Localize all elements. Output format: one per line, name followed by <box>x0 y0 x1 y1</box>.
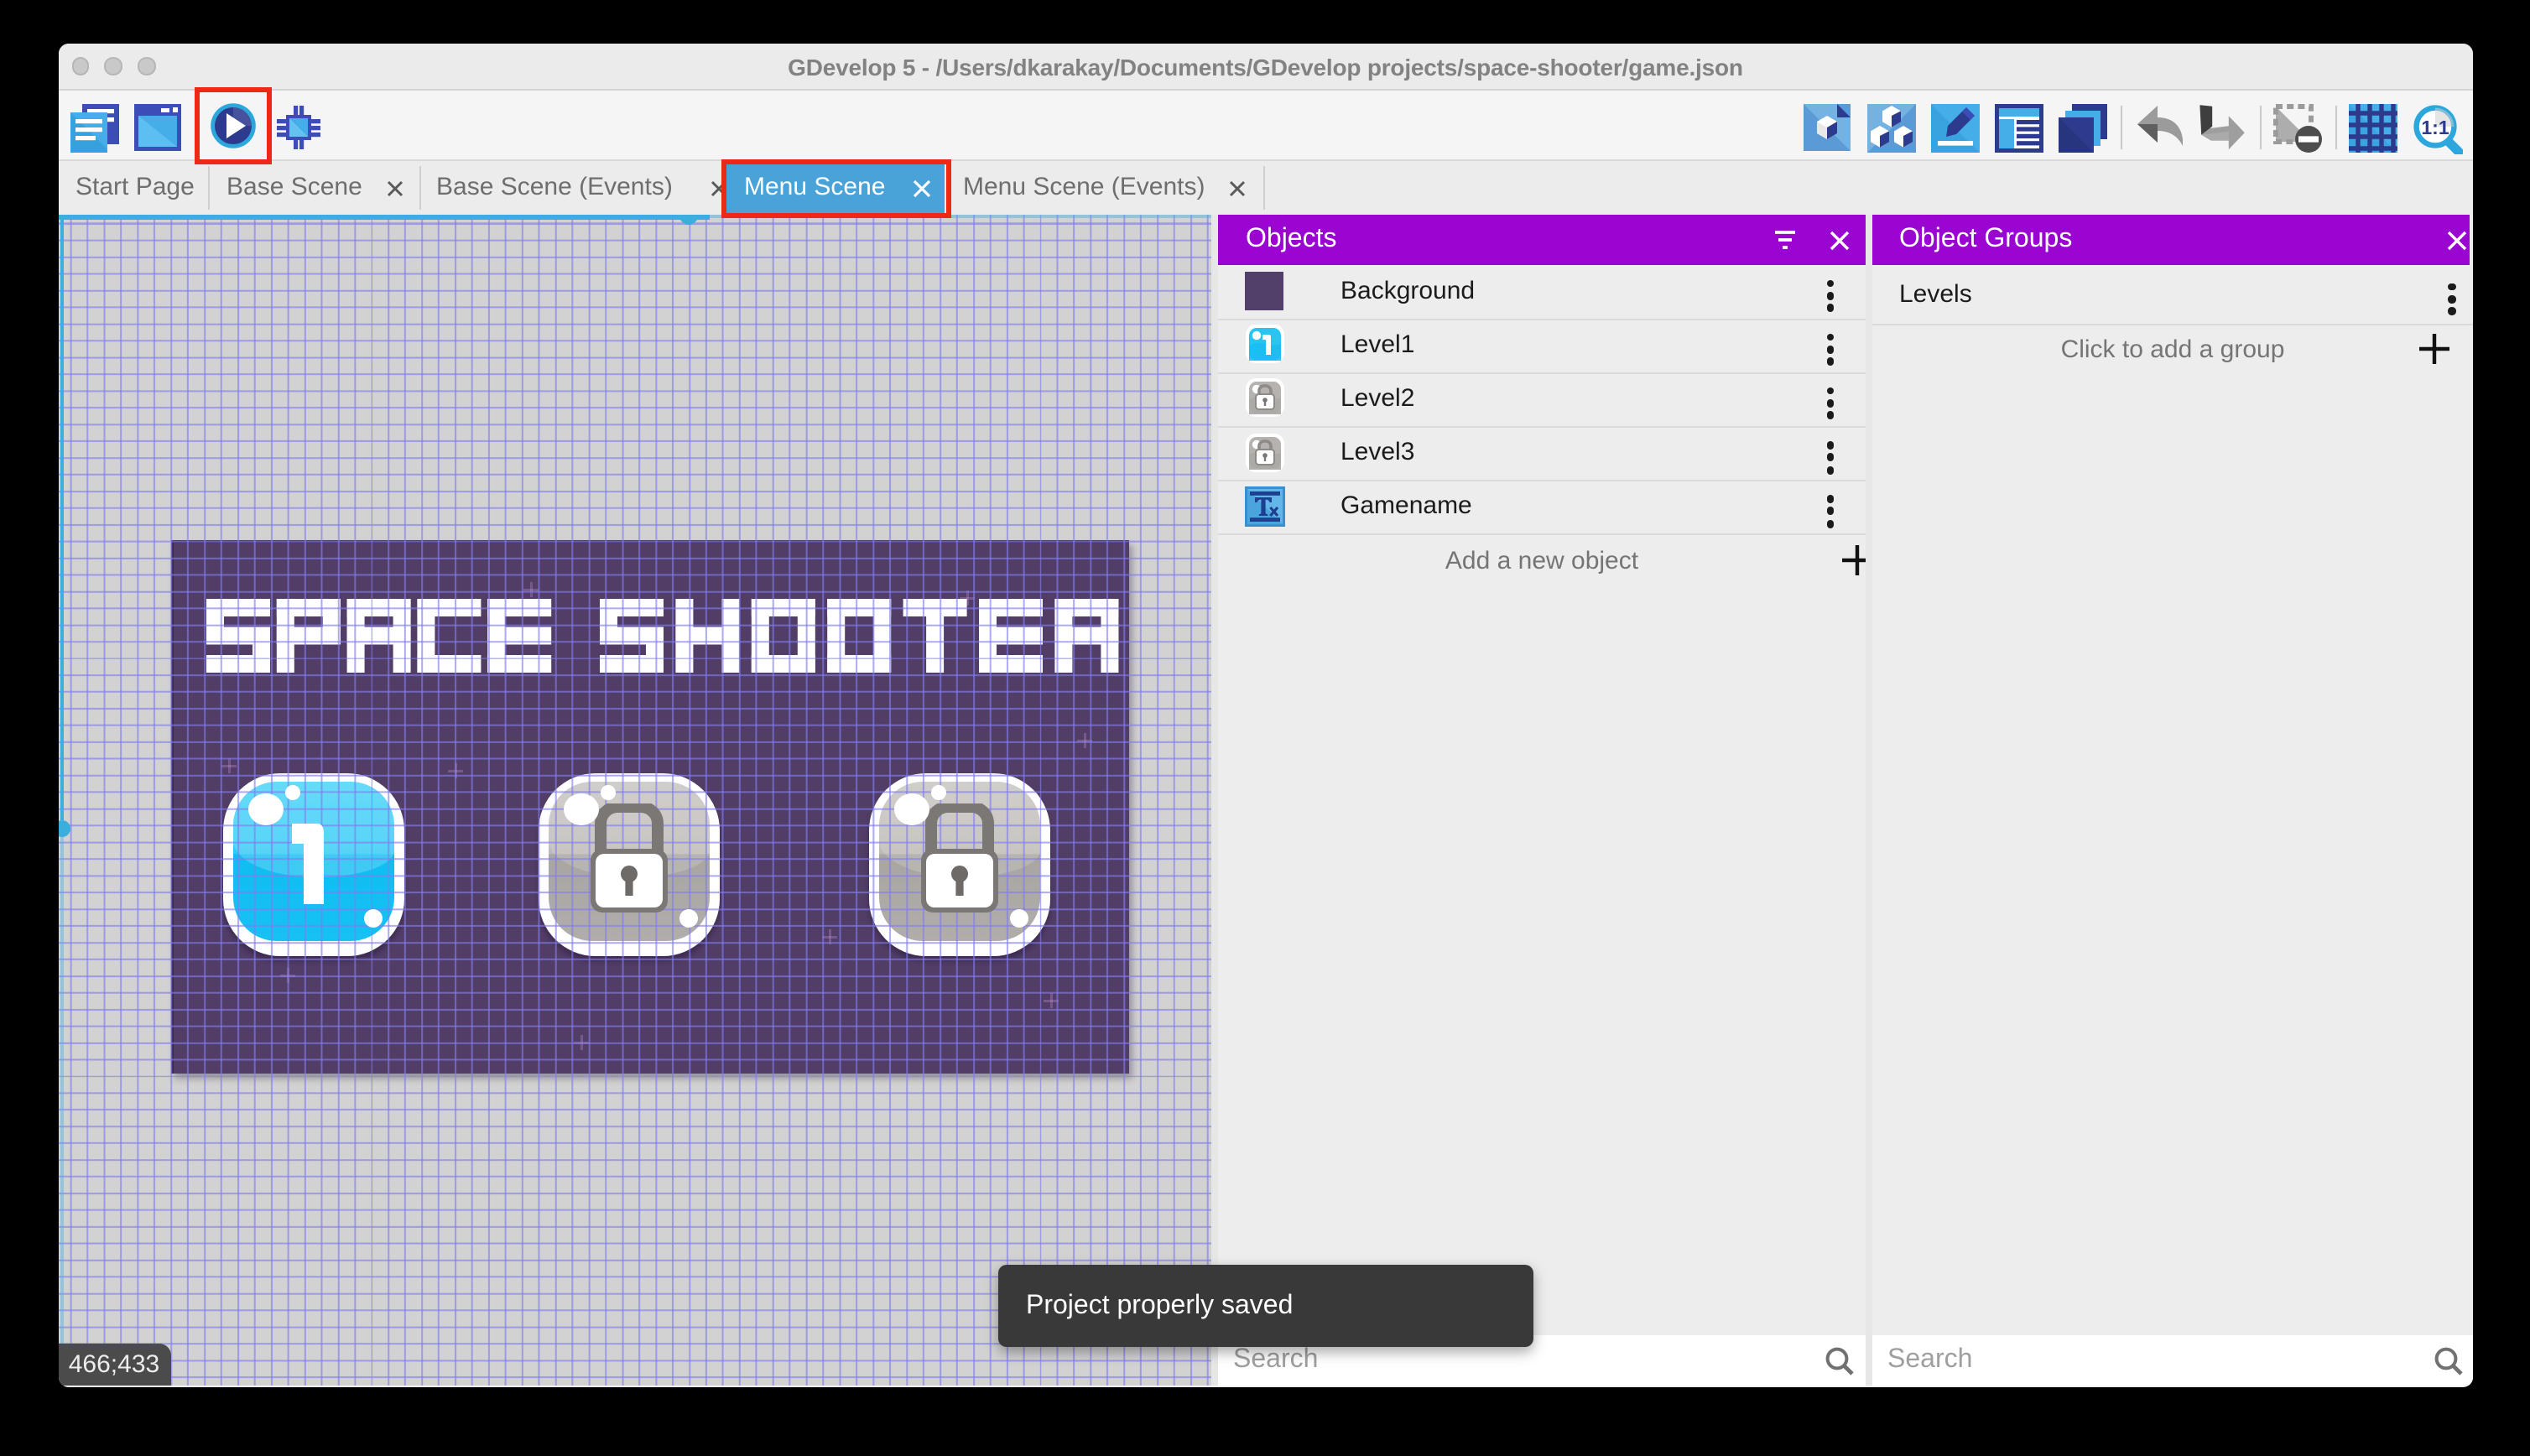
svg-text:1:1: 1:1 <box>2420 116 2448 138</box>
